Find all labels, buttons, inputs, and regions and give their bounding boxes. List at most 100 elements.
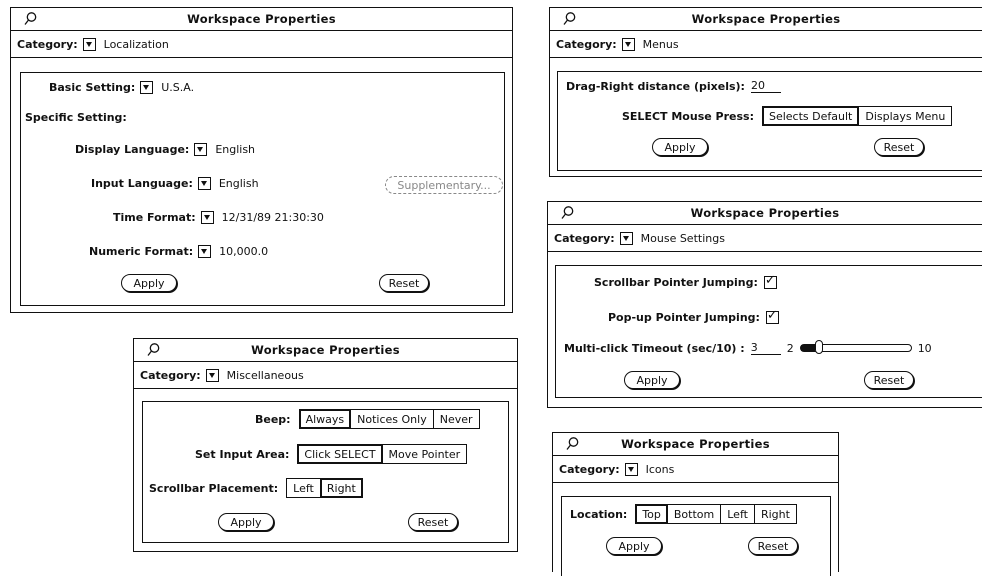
settings-panel: Beep: Always Notices Only Never Set Inpu… — [142, 401, 509, 543]
category-label: Category: — [559, 462, 620, 476]
supplementary-button[interactable]: Supplementary... — [385, 176, 503, 194]
miscellaneous-window: Workspace Properties Category: Miscellan… — [133, 338, 518, 552]
location-label: Location: — [570, 507, 628, 521]
category-row: Category: Mouse Settings — [548, 225, 982, 252]
reset-button[interactable]: Reset — [408, 513, 458, 531]
scrollbar-jumping-label: Scrollbar Pointer Jumping: — [594, 276, 758, 289]
localization-window: Workspace Properties Category: Localizat… — [10, 7, 513, 313]
drag-right-label: Drag-Right distance (pixels): — [566, 79, 745, 93]
category-value: Mouse Settings — [640, 231, 725, 245]
basic-setting-value: U.S.A. — [161, 81, 195, 94]
specific-setting-label: Specific Setting: — [25, 111, 127, 124]
multiclick-timeout-slider[interactable] — [799, 340, 912, 354]
category-row: Category: Localization — [11, 31, 512, 58]
scrollbar-placement-label: Scrollbar Placement: — [149, 481, 279, 495]
category-row: Category: Menus — [550, 31, 982, 58]
location-left-option[interactable]: Left — [721, 505, 755, 523]
category-label: Category: — [554, 231, 615, 245]
title-bar[interactable]: Workspace Properties — [550, 8, 982, 31]
category-value: Menus — [642, 37, 679, 51]
time-format-label: Time Format: — [113, 211, 196, 224]
multiclick-timeout-label: Multi-click Timeout (sec/10) : — [564, 341, 745, 355]
location-top-option[interactable]: Top — [636, 505, 668, 523]
settings-panel: Scrollbar Pointer Jumping: Pop-up Pointe… — [555, 265, 982, 398]
scrollbar-placement-choice: Left Right — [286, 478, 363, 498]
window-title: Workspace Properties — [621, 437, 770, 451]
displays-menu-option[interactable]: Displays Menu — [859, 107, 951, 125]
select-mouse-label: SELECT Mouse Press: — [622, 109, 754, 123]
basic-setting-menu-button[interactable] — [140, 81, 154, 94]
click-select-option[interactable]: Click SELECT — [298, 445, 383, 463]
title-bar[interactable]: Workspace Properties — [11, 8, 512, 31]
category-menu-button[interactable] — [621, 37, 635, 51]
category-value: Miscellaneous — [226, 368, 304, 382]
window-title: Workspace Properties — [251, 343, 400, 357]
settings-panel: Basic Setting: U.S.A. Specific Setting: … — [20, 72, 505, 306]
display-language-value: English — [215, 143, 256, 156]
basic-setting-label: Basic Setting: — [49, 81, 136, 94]
input-language-value: English — [218, 177, 259, 190]
numeric-format-menu-button[interactable] — [198, 245, 212, 258]
beep-choice: Always Notices Only Never — [298, 409, 480, 429]
scrollbar-right-option[interactable]: Right — [321, 479, 362, 497]
scrollbar-jumping-checkbox[interactable] — [763, 273, 777, 289]
slider-knob[interactable] — [814, 340, 823, 354]
category-label: Category: — [140, 368, 201, 382]
settings-panel: Location: Top Bottom Left Right Apply Re… — [561, 496, 831, 576]
reset-button[interactable]: Reset — [748, 537, 798, 555]
input-area-label: Set Input Area: — [195, 447, 290, 461]
apply-button[interactable]: Apply — [652, 138, 708, 156]
menus-window: Workspace Properties Category: Menus Dra… — [549, 7, 982, 177]
numeric-format-label: Numeric Format: — [89, 245, 194, 258]
reset-button[interactable]: Reset — [864, 371, 914, 389]
mouse-settings-window: Workspace Properties Category: Mouse Set… — [547, 201, 982, 408]
category-menu-button[interactable] — [619, 231, 633, 245]
category-menu-button[interactable] — [624, 462, 638, 476]
select-mouse-choice: Selects Default Displays Menu — [761, 106, 953, 126]
popup-jumping-checkbox[interactable] — [765, 308, 779, 324]
beep-notices-only-option[interactable]: Notices Only — [351, 410, 434, 428]
time-format-menu-button[interactable] — [200, 211, 214, 224]
numeric-format-value: 10,000.0 — [219, 245, 269, 258]
time-format-value: 12/31/89 21:30:30 — [221, 211, 324, 224]
location-right-option[interactable]: Right — [755, 505, 796, 523]
display-language-menu-button[interactable] — [194, 143, 208, 156]
scrollbar-left-option[interactable]: Left — [287, 479, 321, 497]
slider-min-label: 2 — [786, 341, 794, 355]
slider-fill — [800, 345, 815, 351]
beep-always-option[interactable]: Always — [300, 410, 352, 428]
title-bar[interactable]: Workspace Properties — [553, 433, 838, 456]
settings-panel: Drag-Right distance (pixels): 20 SELECT … — [557, 71, 982, 171]
icons-window: Workspace Properties Category: Icons Loc… — [552, 432, 839, 576]
reset-button[interactable]: Reset — [874, 138, 924, 156]
window-title: Workspace Properties — [691, 12, 841, 26]
location-bottom-option[interactable]: Bottom — [668, 505, 722, 523]
beep-never-option[interactable]: Never — [434, 410, 479, 428]
location-choice: Top Bottom Left Right — [635, 504, 797, 524]
apply-button[interactable]: Apply — [606, 537, 662, 555]
input-language-menu-button[interactable] — [197, 177, 211, 190]
title-bar[interactable]: Workspace Properties — [548, 202, 982, 225]
category-value: Localization — [103, 37, 169, 51]
category-row: Category: Icons — [553, 456, 838, 483]
category-menu-button[interactable] — [82, 37, 96, 51]
apply-button[interactable]: Apply — [624, 371, 680, 389]
apply-button[interactable]: Apply — [218, 513, 274, 531]
category-label: Category: — [556, 37, 617, 51]
category-menu-button[interactable] — [205, 368, 219, 382]
move-pointer-option[interactable]: Move Pointer — [383, 445, 467, 463]
input-language-label: Input Language: — [91, 177, 193, 190]
window-title: Workspace Properties — [187, 12, 336, 26]
selects-default-option[interactable]: Selects Default — [763, 107, 860, 125]
title-bar[interactable]: Workspace Properties — [134, 339, 517, 362]
beep-label: Beep: — [255, 412, 291, 426]
drag-right-input[interactable]: 20 — [750, 79, 781, 93]
window-title: Workspace Properties — [690, 206, 840, 220]
reset-button[interactable]: Reset — [379, 274, 429, 292]
multiclick-timeout-input[interactable]: 3 — [750, 341, 781, 355]
input-area-choice: Click SELECT Move Pointer — [297, 444, 468, 464]
slider-max-label: 10 — [917, 341, 932, 355]
category-row: Category: Miscellaneous — [134, 362, 517, 389]
apply-button[interactable]: Apply — [121, 274, 177, 292]
category-value: Icons — [645, 462, 675, 476]
